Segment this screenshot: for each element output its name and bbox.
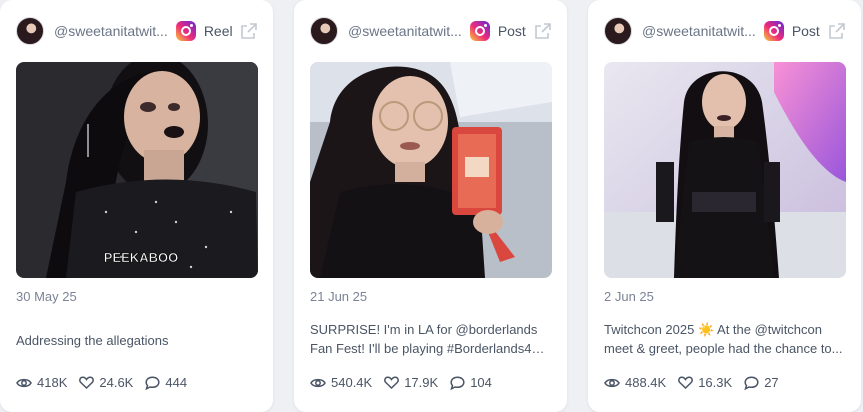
post-thumbnail[interactable]: PEEKABOO: [16, 62, 258, 278]
post-thumbnail[interactable]: [310, 62, 552, 278]
external-link-icon[interactable]: [533, 21, 553, 41]
engagement-stats: 488.4K 16.3K 27: [604, 375, 791, 390]
card-header: @sweetanitatwit... Reel: [16, 16, 259, 46]
account-handle[interactable]: @sweetanitatwit...: [348, 23, 462, 39]
post-type-label: Post: [791, 23, 820, 39]
post-thumbnail[interactable]: [604, 62, 846, 278]
card-header: @sweetanitatwit... Post: [310, 16, 553, 46]
comment-icon: [145, 375, 160, 390]
engagement-stats: 540.4K 17.9K 104: [310, 375, 504, 390]
engagement-stats: 418K 24.6K 444: [16, 375, 199, 390]
post-date: 2 Jun 25: [604, 289, 654, 304]
instagram-icon: [469, 21, 490, 41]
likes-count: 16.3K: [698, 375, 733, 390]
account-handle[interactable]: @sweetanitatwit...: [642, 23, 756, 39]
card-header: @sweetanitatwit... Post: [604, 16, 847, 46]
post-caption: SURPRISE! I'm in LA for @borderlands Fan…: [310, 322, 538, 356]
eye-icon: [604, 378, 620, 387]
views-count: 418K: [37, 375, 68, 390]
comments-count: 104: [470, 375, 492, 390]
comment-icon: [450, 375, 465, 390]
post-date: 30 May 25: [16, 289, 77, 304]
views-stat: 418K: [16, 375, 67, 390]
instagram-icon: [175, 21, 196, 41]
eye-icon: [310, 378, 326, 387]
instagram-icon: [763, 21, 784, 41]
post-date: 21 Jun 25: [310, 289, 368, 304]
avatar[interactable]: [16, 17, 44, 45]
external-link-icon[interactable]: [239, 21, 259, 41]
account-handle[interactable]: @sweetanitatwit...: [54, 23, 168, 39]
post-type-label: Post: [497, 23, 526, 39]
views-stat: 488.4K: [604, 375, 666, 390]
likes-stat: 17.9K: [384, 375, 438, 390]
post-type-label: Reel: [203, 23, 233, 39]
post-card-3[interactable]: @sweetanitatwit... Post 2 Jun 25 Twitchc…: [588, 0, 861, 412]
heart-icon: [678, 376, 694, 389]
likes-count: 17.9K: [404, 375, 439, 390]
views-count: 540.4K: [331, 375, 373, 390]
views-stat: 540.4K: [310, 375, 372, 390]
comments-stat: 104: [450, 375, 492, 390]
avatar[interactable]: [310, 17, 338, 45]
avatar[interactable]: [604, 17, 632, 45]
external-link-icon[interactable]: [827, 21, 847, 41]
likes-count: 24.6K: [99, 375, 134, 390]
comments-count: 27: [764, 375, 779, 390]
likes-stat: 16.3K: [678, 375, 732, 390]
likes-stat: 24.6K: [79, 375, 133, 390]
post-card-1[interactable]: @sweetanitatwit... Reel PEEKABOO 30 May …: [0, 0, 273, 412]
heart-icon: [79, 376, 95, 389]
comments-stat: 27: [744, 375, 779, 390]
post-caption: Twitchcon 2025 ☀️ At the @twitchcon meet…: [604, 322, 843, 356]
heart-icon: [384, 376, 400, 389]
comment-icon: [744, 375, 759, 390]
comments-stat: 444: [145, 375, 187, 390]
eye-icon: [16, 378, 32, 387]
comments-count: 444: [165, 375, 188, 390]
post-caption: Addressing the allegations: [16, 333, 169, 348]
post-card-2[interactable]: @sweetanitatwit... Post 21 Jun 25 SURPRI…: [294, 0, 567, 412]
video-overlay-caption: PEEKABOO: [104, 250, 178, 265]
views-count: 488.4K: [625, 375, 667, 390]
